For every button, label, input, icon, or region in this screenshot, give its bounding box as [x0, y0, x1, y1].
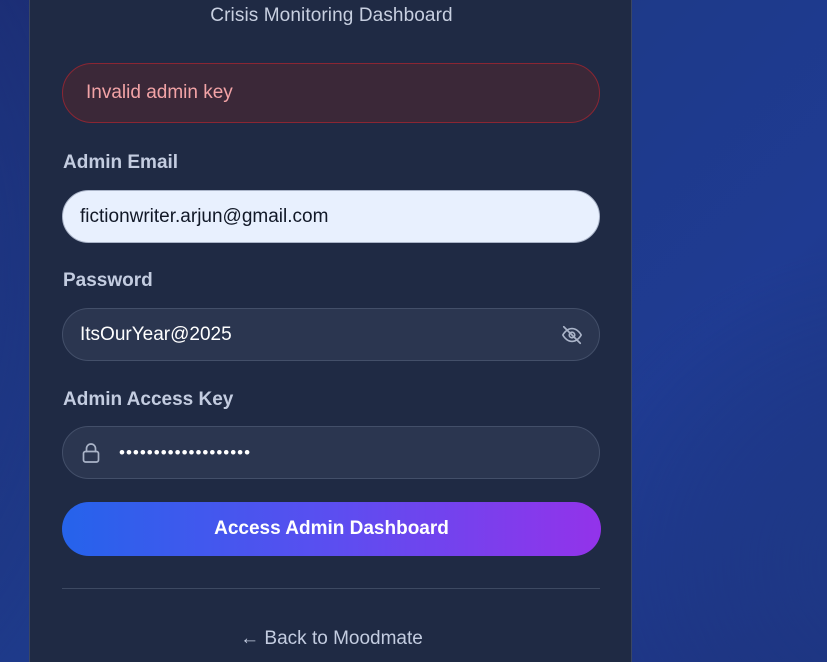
email-label: Admin Email — [63, 152, 179, 173]
divider — [62, 588, 600, 589]
error-alert: Invalid admin key — [62, 63, 600, 123]
eye-off-icon[interactable] — [559, 322, 585, 348]
password-value[interactable]: ItsOurYear@2025 — [80, 324, 599, 346]
admin-key-field[interactable]: ••••••••••••••••••• — [62, 426, 600, 479]
admin-key-label: Admin Access Key — [63, 389, 234, 410]
email-field[interactable]: fictionwriter.arjun@gmail.com — [62, 190, 600, 243]
back-to-moodmate-link[interactable]: ← Back to Moodmate — [30, 628, 633, 650]
page-subtitle: Crisis Monitoring Dashboard — [210, 5, 453, 26]
error-message: Invalid admin key — [86, 82, 233, 103]
password-label: Password — [63, 270, 153, 291]
access-dashboard-button[interactable]: Access Admin Dashboard — [62, 502, 601, 556]
admin-key-value[interactable]: ••••••••••••••••••• — [119, 443, 599, 463]
password-field[interactable]: ItsOurYear@2025 — [62, 308, 600, 361]
admin-login-card: Crisis Monitoring Dashboard Invalid admi… — [29, 0, 632, 662]
lock-icon — [81, 442, 101, 464]
email-value[interactable]: fictionwriter.arjun@gmail.com — [80, 206, 599, 228]
